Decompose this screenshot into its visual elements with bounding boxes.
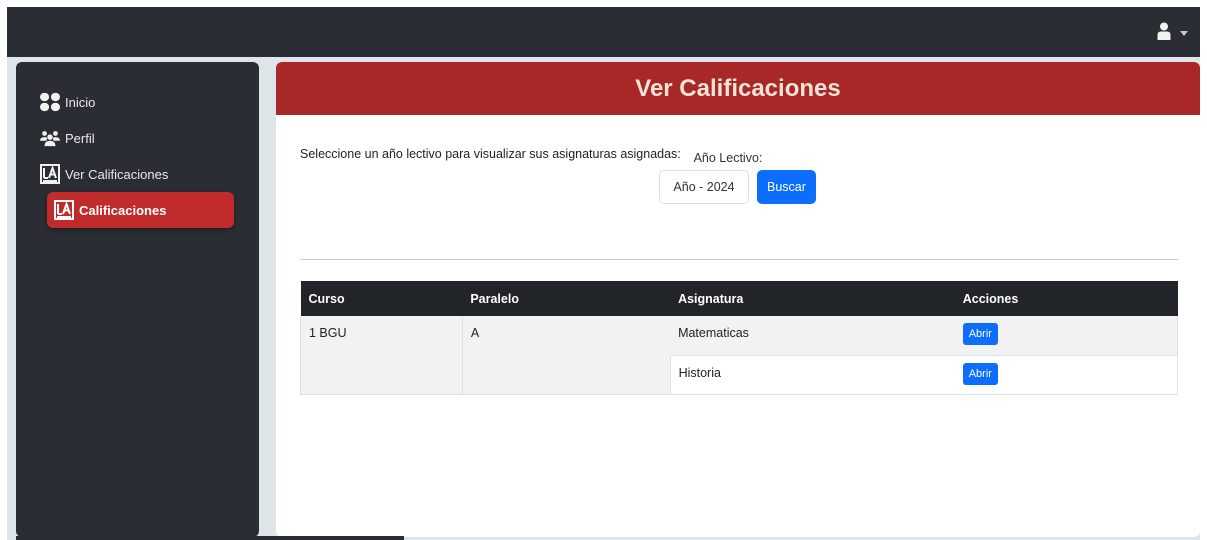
sidebar-item-calificaciones[interactable]: Calificaciones [47,192,234,228]
cell-curso: 1 BGU [300,316,463,395]
open-button[interactable]: Abrir [962,362,998,385]
subjects-table: Curso Paralelo Asignatura Acciones 1 BGU… [300,281,1178,395]
sidebar-item-label: Ver Calificaciones [65,166,169,182]
top-navbar [7,7,1200,57]
column-header-paralelo: Paralelo [462,281,671,316]
cell-asignatura: Historia [669,355,955,395]
sidebar-item-inicio[interactable]: Inicio [16,84,259,120]
year-filter-form: Año Lectivo: Año - 2024 Buscar [659,151,819,204]
sidebar-item-label: Inicio [65,94,96,110]
table-header-row: Curso Paralelo Asignatura Acciones [300,281,1178,316]
sidebar: Inicio Perfil Ver Calificaciones Calific… [16,62,259,537]
sidebar-item-label: Calificaciones [79,202,167,218]
open-button[interactable]: Abrir [962,323,998,345]
column-header-asignatura: Asignatura [670,281,955,316]
main-panel: Ver Calificaciones Seleccione un año lec… [276,62,1200,537]
cell-acciones: Abrir [954,355,1178,395]
dashboard-icon [40,92,60,112]
grade-icon [40,164,60,184]
sidebar-item-perfil[interactable]: Perfil [16,120,259,156]
grade-icon [54,200,74,220]
year-label: Año Lectivo: [693,151,763,165]
cell-paralelo: A [461,316,671,395]
users-icon [40,128,60,148]
search-button[interactable]: Buscar [757,170,816,204]
table-row: 1 BGU A Matematicas Abrir [300,316,1178,395]
chevron-down-icon [1180,31,1188,36]
page-title: Ver Calificaciones [635,74,841,102]
column-header-curso: Curso [300,281,463,316]
sidebar-item-ver-calificaciones[interactable]: Ver Calificaciones [16,156,259,192]
column-header-acciones: Acciones [954,281,1178,316]
cell-acciones: Abrir [954,316,1178,356]
year-select[interactable]: Año - 2024 [659,170,749,204]
intro-text: Seleccione un año lectivo para visualiza… [300,147,681,161]
user-icon [1157,22,1171,45]
divider [300,259,1178,260]
cell-asignatura: Matematicas [670,316,955,356]
horizontal-scrollbar[interactable] [16,536,404,540]
sidebar-item-label: Perfil [65,130,95,146]
page-header: Ver Calificaciones [276,62,1200,115]
user-menu-dropdown[interactable] [1157,22,1188,45]
